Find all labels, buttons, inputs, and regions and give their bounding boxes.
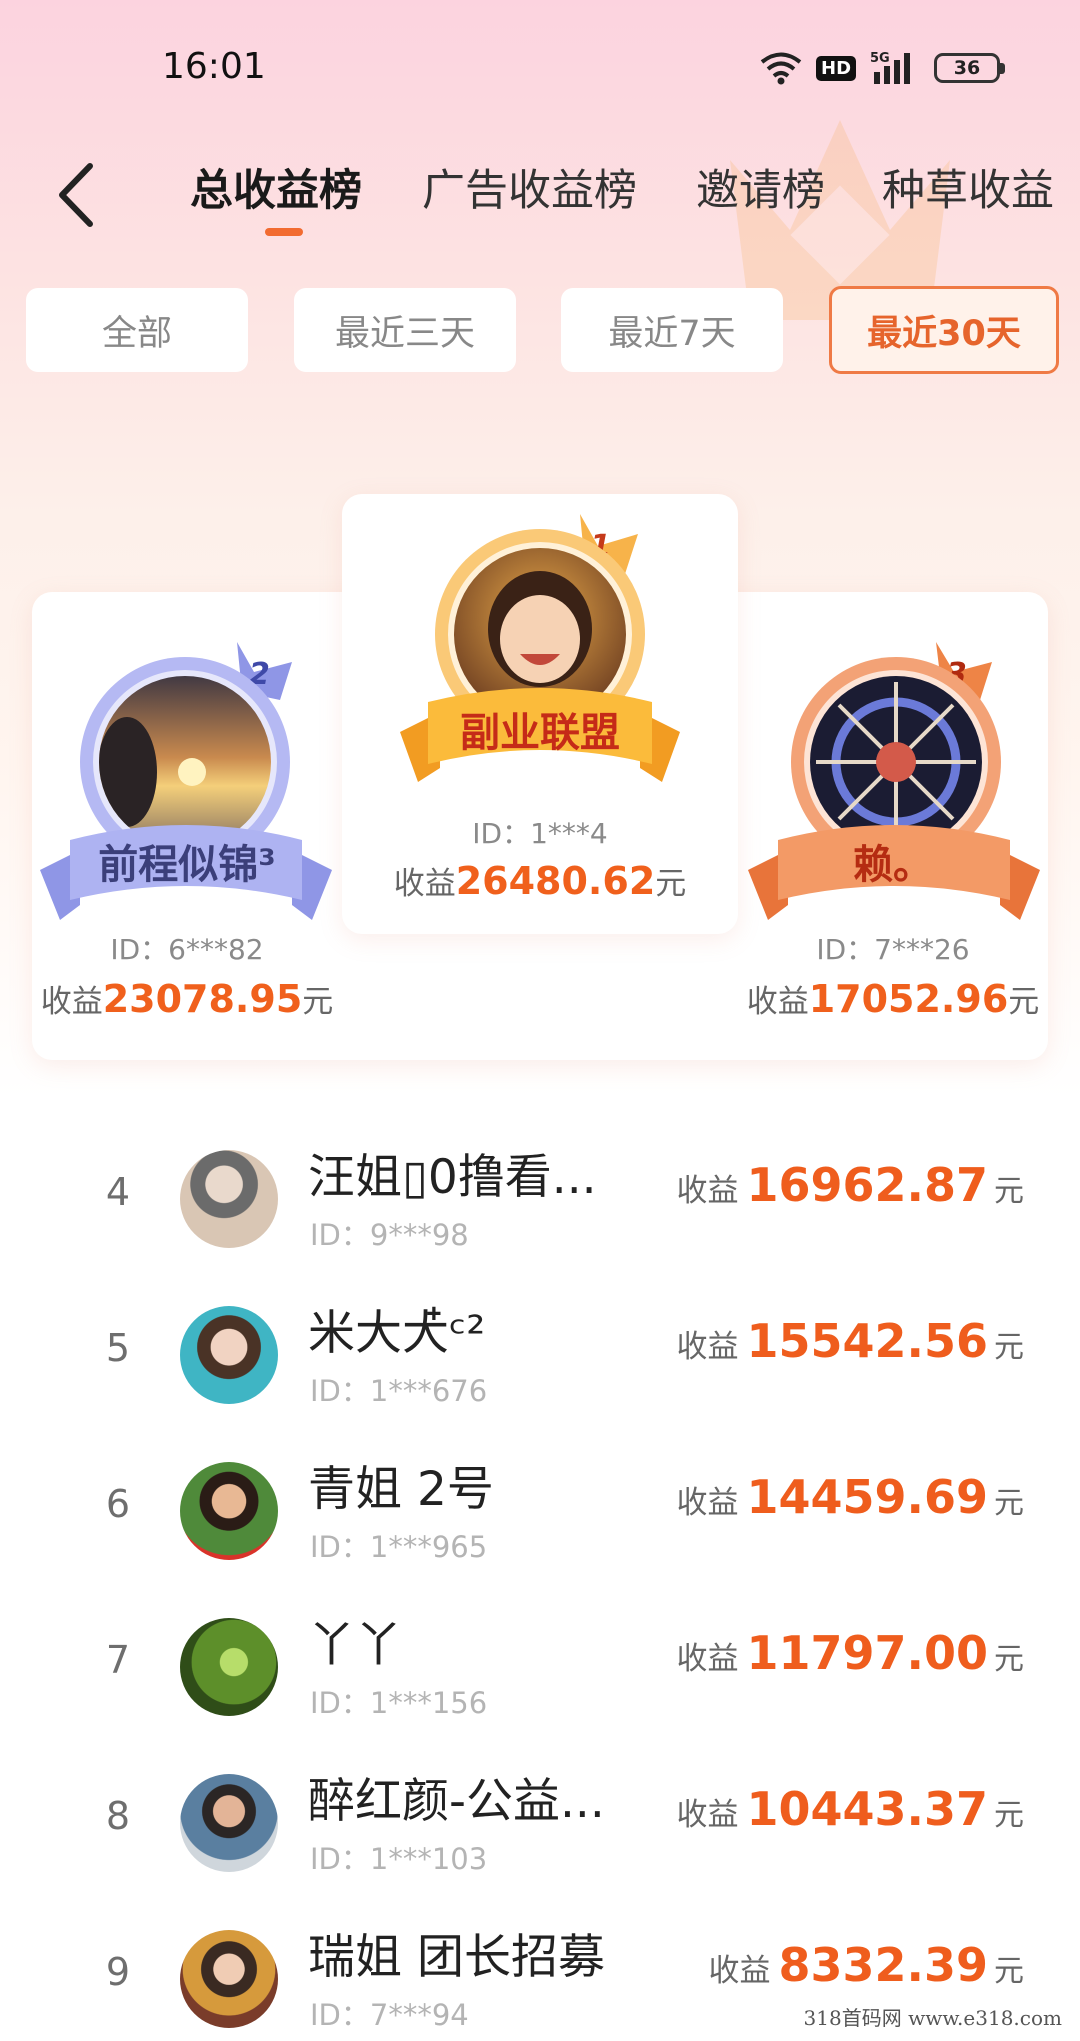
tab-invite[interactable]: 邀请榜 xyxy=(696,156,825,218)
list-item[interactable]: 7 丫丫 ID：1***156 收益 11797.00 元 xyxy=(0,1600,1080,1756)
rank-number: 8 xyxy=(105,1794,131,1838)
rank-number: 7 xyxy=(105,1638,131,1682)
signal-5g-icon: 5G xyxy=(870,51,911,84)
wifi-icon xyxy=(760,52,802,85)
hd-badge: HD xyxy=(816,55,857,81)
earnings: 收益 14459.69 元 xyxy=(676,1470,1024,1524)
earn-unit: 元 xyxy=(994,1486,1024,1521)
filter-all[interactable]: 全部 xyxy=(26,288,248,372)
avatar xyxy=(180,1930,278,2028)
avatar xyxy=(180,1774,278,1872)
tab-total-earnings[interactable]: 总收益榜 xyxy=(190,156,362,218)
time-filter-group: 全部 最近三天 最近7天 最近30天 xyxy=(26,286,1059,376)
earn-unit: 元 xyxy=(994,1174,1024,1209)
user-name: 汪姐▯0撸看... xyxy=(308,1150,597,1205)
user-name: 醉红颜-公益... xyxy=(308,1774,605,1829)
watermark: 318首码网 www.e318.com xyxy=(797,2000,1068,2033)
earn-amount: 17052.96 xyxy=(808,977,1009,1021)
earn-amount: 8332.39 xyxy=(778,1938,988,1992)
earnings: 收益 8332.39 元 xyxy=(708,1938,1024,1992)
podium-third[interactable]: 3 赖。 ID：7***26 收益17052.96元 xyxy=(738,592,1048,1060)
filter-last-7-days[interactable]: 最近7天 xyxy=(561,288,783,372)
podium-first-id: ID：1***4 xyxy=(472,817,608,850)
rank-number: 9 xyxy=(105,1950,131,1994)
rank-number: 5 xyxy=(105,1326,131,1370)
earn-label: 收益 xyxy=(708,1953,771,1989)
earn-label: 收益 xyxy=(40,984,103,1020)
earnings: 收益 11797.00 元 xyxy=(676,1626,1024,1680)
tab-ad-earnings[interactable]: 广告收益榜 xyxy=(422,156,637,218)
earn-amount: 11797.00 xyxy=(746,1626,988,1680)
list-item[interactable]: 6 青姐 2号 ID：1***965 收益 14459.69 元 xyxy=(0,1444,1080,1600)
avatar xyxy=(180,1462,278,1560)
avatar xyxy=(180,1306,278,1404)
podium-third-earnings: 收益17052.96元 xyxy=(738,976,1048,1021)
user-name: 瑞姐 团长招募 xyxy=(308,1930,605,1985)
user-name: 米大大໋ᶜ² xyxy=(308,1306,486,1361)
earn-label: 收益 xyxy=(676,1797,739,1833)
user-id: ID：1***156 xyxy=(310,1686,488,1720)
earn-unit: 元 xyxy=(994,1642,1024,1677)
earn-amount: 14459.69 xyxy=(746,1470,988,1524)
status-time: 16:01 xyxy=(162,46,266,87)
earn-amount: 23078.95 xyxy=(102,977,303,1021)
filter-last-3-days[interactable]: 最近三天 xyxy=(294,288,516,372)
earn-amount: 16962.87 xyxy=(746,1158,988,1212)
user-name: 丫丫 xyxy=(308,1618,402,1673)
rank-number: 4 xyxy=(105,1170,131,1214)
svg-text:5G: 5G xyxy=(870,51,890,66)
earn-label: 收益 xyxy=(676,1329,739,1365)
earn-amount: 10443.37 xyxy=(746,1782,988,1836)
rank-number: 6 xyxy=(105,1482,131,1526)
status-bar: 16:01 HD 5G 36 xyxy=(0,0,1080,140)
earn-label: 收益 xyxy=(676,1173,739,1209)
user-id: ID：1***103 xyxy=(310,1842,488,1876)
podium-second-id: ID：6***82 xyxy=(110,933,264,966)
earn-unit: 元 xyxy=(994,1954,1024,1989)
status-icons: HD 5G 36 xyxy=(760,46,1006,90)
earnings: 收益 15542.56 元 xyxy=(676,1314,1024,1368)
earnings: 收益 10443.37 元 xyxy=(676,1782,1024,1836)
earn-label: 收益 xyxy=(676,1641,739,1677)
tab-seeding-earnings[interactable]: 种草收益 xyxy=(882,156,1054,218)
battery-indicator: 36 xyxy=(934,53,1006,83)
podium-second-earnings: 收益23078.95元 xyxy=(32,976,342,1021)
user-name: 青姐 2号 xyxy=(308,1462,494,1517)
earn-label: 收益 xyxy=(746,984,809,1020)
active-tab-indicator xyxy=(265,228,303,236)
podium-first[interactable]: 1 副业联盟 ID：1***4 收益26480.62元 xyxy=(342,494,738,934)
chevron-left-icon xyxy=(59,163,93,227)
earn-unit: 元 xyxy=(302,984,334,1020)
podium-third-name: 赖。 xyxy=(853,842,933,888)
filter-last-30-days[interactable]: 最近30天 xyxy=(829,286,1059,374)
user-id: ID：1***965 xyxy=(310,1530,488,1564)
earnings: 收益 16962.87 元 xyxy=(676,1158,1024,1212)
list-item[interactable]: 5 米大大໋ᶜ² ID：1***676 收益 15542.56 元 xyxy=(0,1288,1080,1444)
earn-label: 收益 xyxy=(676,1485,739,1521)
earn-unit: 元 xyxy=(994,1798,1024,1833)
user-id: ID：1***676 xyxy=(310,1374,488,1408)
list-item[interactable]: 8 醉红颜-公益... ID：1***103 收益 10443.37 元 xyxy=(0,1756,1080,1912)
user-id: ID：9***98 xyxy=(310,1218,469,1252)
earn-unit: 元 xyxy=(655,866,687,902)
podium-second[interactable]: 2 前程似锦³ ID：6***82 收益23078.95元 xyxy=(32,592,342,1060)
user-id: ID：7***94 xyxy=(310,1998,469,2032)
earn-unit: 元 xyxy=(994,1330,1024,1365)
top-nav: 总收益榜 广告收益榜 邀请榜 种草收益 xyxy=(0,140,1080,250)
tab-bar: 总收益榜 广告收益榜 邀请榜 种草收益 xyxy=(180,140,1054,250)
podium-third-id: ID：7***26 xyxy=(816,933,970,966)
list-item[interactable]: 4 汪姐▯0撸看... ID：9***98 收益 16962.87 元 xyxy=(0,1132,1080,1288)
earn-label: 收益 xyxy=(393,866,456,902)
podium-first-earnings: 收益26480.62元 xyxy=(342,858,738,903)
back-button[interactable] xyxy=(46,150,106,240)
avatar xyxy=(180,1618,278,1716)
podium-second-name: 前程似锦³ xyxy=(98,842,276,888)
earn-amount: 15542.56 xyxy=(746,1314,988,1368)
earn-amount: 26480.62 xyxy=(455,859,656,903)
earn-unit: 元 xyxy=(1008,984,1040,1020)
podium-first-name: 副业联盟 xyxy=(460,710,620,756)
avatar xyxy=(180,1150,278,1248)
